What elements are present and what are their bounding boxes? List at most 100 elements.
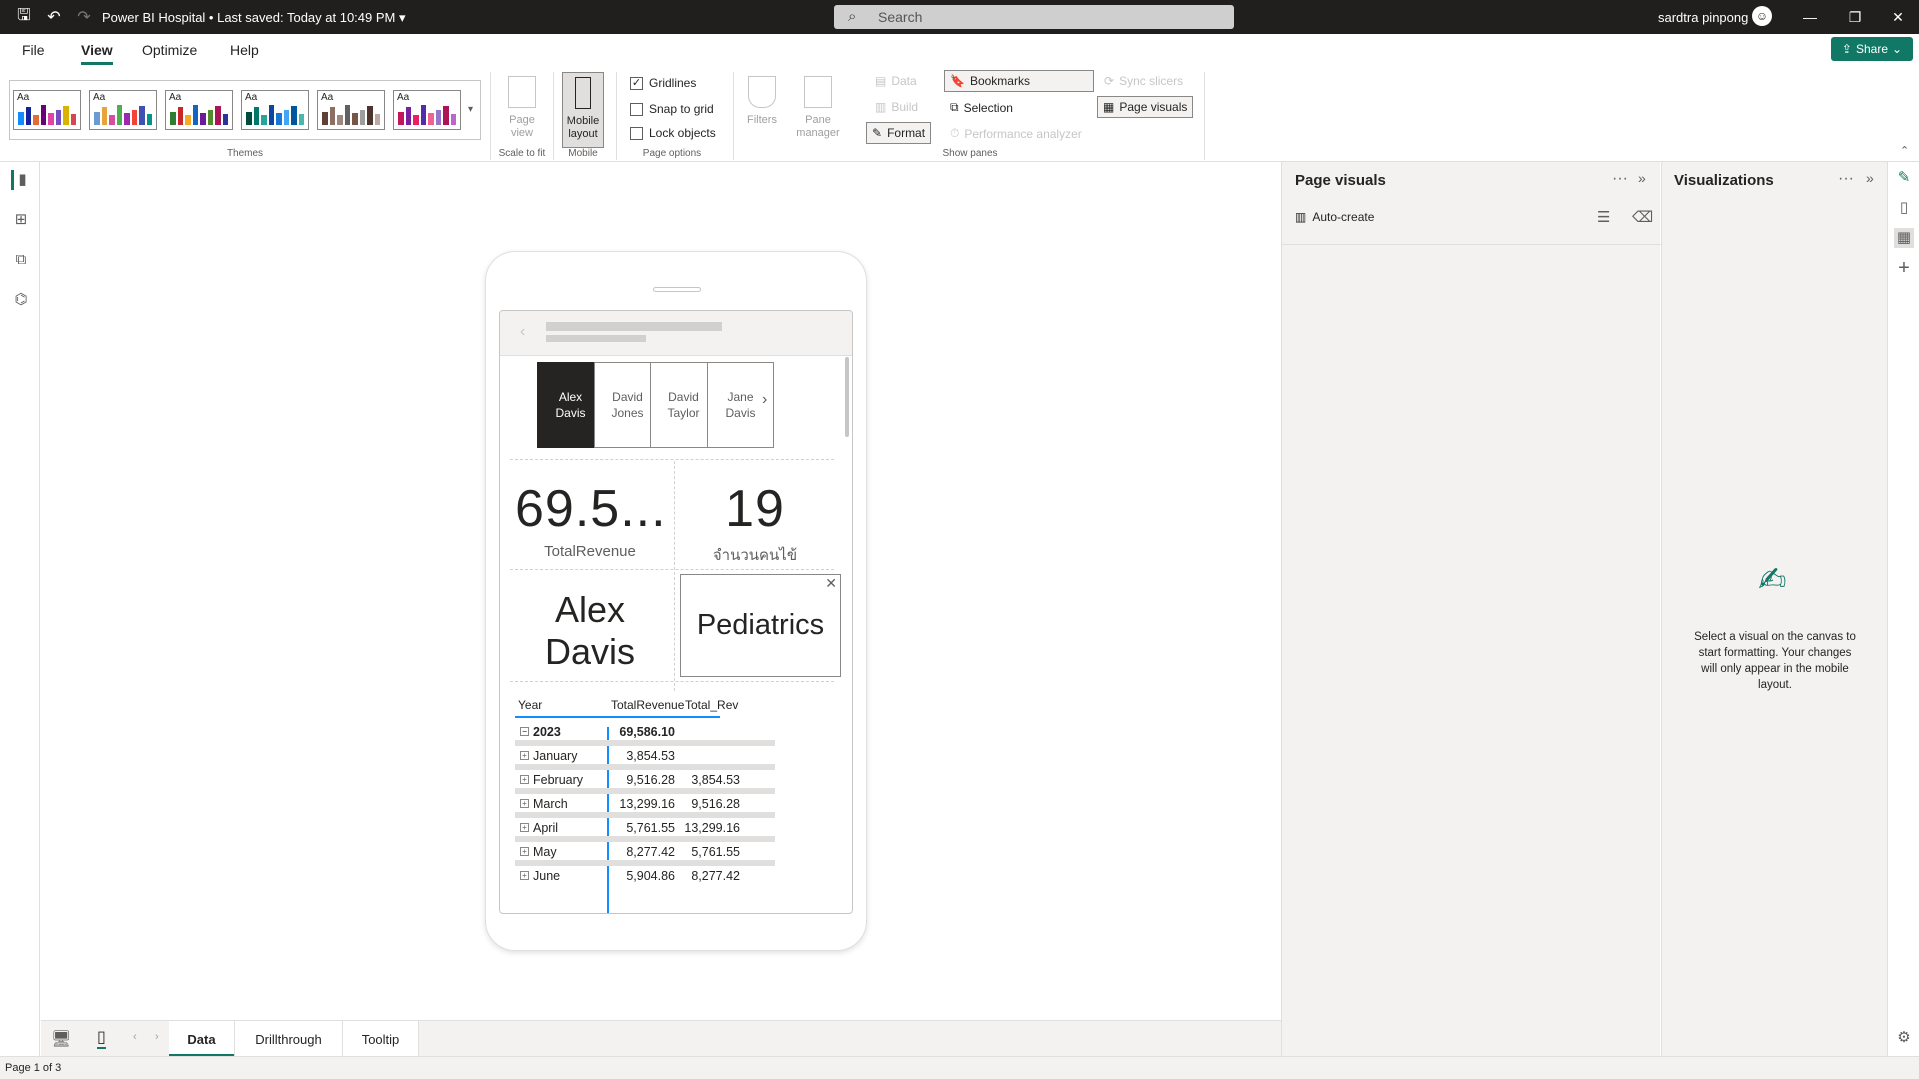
share-button[interactable]: ⇪ Share ⌄ (1831, 37, 1913, 61)
table-row[interactable]: + April 5,761.55 13,299.16 (515, 816, 775, 842)
performance-analyzer-button[interactable]: ⏱ Performance analyzer (950, 126, 1082, 141)
collapse-icon[interactable]: − (520, 727, 529, 736)
mobile-layout-icon[interactable]: ▯ (97, 1027, 106, 1049)
page-view-icon (508, 76, 536, 108)
chevron-left-icon[interactable]: ‹ (133, 1031, 137, 1043)
view-switcher: ▮ ⊞ ⧉ ⌬ (0, 162, 40, 1056)
add-pane-icon[interactable]: + (1894, 258, 1914, 278)
theme-tile[interactable]: Aa (393, 90, 461, 130)
gridline (510, 569, 834, 570)
department-card[interactable]: ✕ Pediatrics (680, 574, 841, 677)
expand-icon[interactable]: + (520, 823, 529, 832)
format-visual-icon[interactable]: ✎ (1894, 168, 1914, 188)
expand-icon[interactable]: + (520, 799, 529, 808)
more-options-icon[interactable]: ··· (1612, 170, 1628, 188)
collapse-pane-icon[interactable]: » (1638, 170, 1646, 186)
theme-tile[interactable]: Aa (165, 90, 233, 130)
bookmark-icon[interactable]: ▯ (1894, 198, 1914, 218)
table-view-icon[interactable]: ⊞ (11, 210, 31, 230)
window-title[interactable]: Power BI Hospital • Last saved: Today at… (102, 10, 406, 26)
table-row-year[interactable]: − 2023 69,586.10 (515, 720, 775, 746)
close-icon[interactable]: ✕ (825, 575, 837, 592)
minimize-icon[interactable]: — (1795, 5, 1825, 29)
header-underline (515, 716, 720, 718)
menu-optimize[interactable]: Optimize (142, 42, 197, 58)
pane-switcher: ✎ ▯ ▦ + ⚙ (1887, 162, 1919, 1056)
report-view-icon[interactable]: ▮ (11, 170, 31, 190)
title-bar: 🖫 ↶ ↷ Power BI Hospital • Last saved: To… (0, 0, 1919, 34)
scrollbar[interactable] (845, 357, 849, 437)
filters-button[interactable]: Filters (742, 72, 782, 148)
phone-speaker (653, 287, 701, 292)
expand-icon[interactable]: + (520, 871, 529, 880)
gear-icon[interactable]: ⚙ (1894, 1028, 1914, 1048)
dax-query-icon[interactable]: ⌬ (11, 290, 31, 310)
save-icon[interactable]: 🖫 (14, 7, 34, 27)
table-row[interactable]: + June 5,904.86 8,277.42 (515, 864, 775, 886)
expand-icon[interactable]: + (520, 751, 529, 760)
pane-manager-button[interactable]: Pane manager (792, 72, 844, 148)
expand-icon[interactable]: + (520, 775, 529, 784)
column-header-year[interactable]: Year (518, 698, 542, 712)
settings-sliders-icon[interactable]: ☰ (1597, 208, 1610, 226)
theme-tile[interactable]: Aa (89, 90, 157, 130)
sync-slicers-button[interactable]: ⟳ Sync slicers (1104, 74, 1183, 88)
auto-create-button[interactable]: ▥ Auto-create (1295, 210, 1374, 224)
mobile-header: ‹ (500, 311, 852, 356)
eraser-icon[interactable]: ⌫ (1632, 208, 1653, 226)
expand-icon[interactable]: + (520, 847, 529, 856)
gridlines-checkbox[interactable]: ✓ Gridlines (630, 76, 696, 90)
bookmarks-pane-button[interactable]: 🔖 Bookmarks (944, 70, 1094, 92)
desktop-layout-icon[interactable]: 🖥 (51, 1029, 71, 1049)
page-visuals-title: Page visuals (1295, 172, 1386, 189)
mobile-layout-button[interactable]: Mobile layout (562, 72, 604, 148)
page-visuals-icon[interactable]: ▦ (1894, 228, 1914, 248)
page-view-button[interactable]: Page view (502, 72, 542, 148)
themes-expand-icon[interactable]: ▾ (468, 104, 473, 115)
column-header-total-revenue[interactable]: TotalRevenue (611, 698, 684, 712)
collapse-pane-icon[interactable]: » (1866, 170, 1874, 186)
menu-help[interactable]: Help (230, 42, 259, 58)
theme-tile[interactable]: Aa (241, 90, 309, 130)
page-count: Page 1 of 3 (5, 1062, 62, 1074)
search-box[interactable]: ⌕ Search (834, 5, 1234, 29)
undo-icon[interactable]: ↶ (44, 7, 64, 27)
tab-data[interactable]: Data (169, 1021, 235, 1057)
page-visuals-pane-button[interactable]: ▦ Page visuals (1097, 96, 1194, 118)
format-pane-button[interactable]: ✎ Format (866, 122, 932, 144)
column-header-total-rev[interactable]: Total_Rev (685, 698, 738, 712)
table-row[interactable]: + January 3,854.53 (515, 744, 775, 770)
selection-pane-button[interactable]: ⧉ Selection (950, 100, 1013, 115)
table-row[interactable]: + May 8,277.42 5,761.55 (515, 840, 775, 866)
chevron-right-icon[interactable]: › (762, 391, 767, 409)
mobile-screen[interactable]: ‹ Alex Davis David Jones David Taylor Jane D… (499, 310, 853, 914)
table-row[interactable]: + March 13,299.16 9,516.28 (515, 792, 775, 818)
separator (616, 72, 617, 160)
redo-icon[interactable]: ↷ (74, 7, 94, 27)
back-icon[interactable]: ‹ (520, 323, 525, 341)
format-brush-icon: ✍ (1758, 561, 1787, 599)
total-revenue-label: TotalRevenue (544, 543, 636, 560)
user-name[interactable]: sardtra pinpong (1658, 10, 1748, 25)
table-row[interactable]: + February 9,516.28 3,854.53 (515, 768, 775, 794)
theme-tile[interactable]: Aa (317, 90, 385, 130)
collapse-ribbon-icon[interactable]: ⌃ (1900, 144, 1909, 157)
restore-icon[interactable]: ❐ (1840, 5, 1870, 29)
avatar-icon[interactable]: ☺ (1752, 6, 1772, 26)
close-icon[interactable]: ✕ (1883, 5, 1913, 29)
doctor-name-card: Alex Davis (544, 589, 636, 672)
menu-file[interactable]: File (22, 42, 45, 58)
more-options-icon[interactable]: ··· (1838, 170, 1854, 188)
build-pane-button[interactable]: ▥ Build (875, 100, 918, 114)
theme-tile[interactable]: Aa (13, 90, 81, 130)
tab-drillthrough[interactable]: Drillthrough (235, 1021, 343, 1057)
model-view-icon[interactable]: ⧉ (11, 250, 31, 270)
lock-objects-checkbox[interactable]: Lock objects (630, 126, 716, 140)
snap-to-grid-checkbox[interactable]: Snap to grid (630, 102, 714, 116)
chevron-right-icon[interactable]: › (155, 1031, 159, 1043)
data-pane-button[interactable]: ▤ Data (875, 74, 917, 88)
patients-count-label: จำนวนคนไข้ (712, 547, 798, 564)
tab-tooltip[interactable]: Tooltip (343, 1021, 419, 1057)
sync-icon: ⟳ (1104, 74, 1115, 88)
menu-view[interactable]: View (81, 42, 113, 65)
